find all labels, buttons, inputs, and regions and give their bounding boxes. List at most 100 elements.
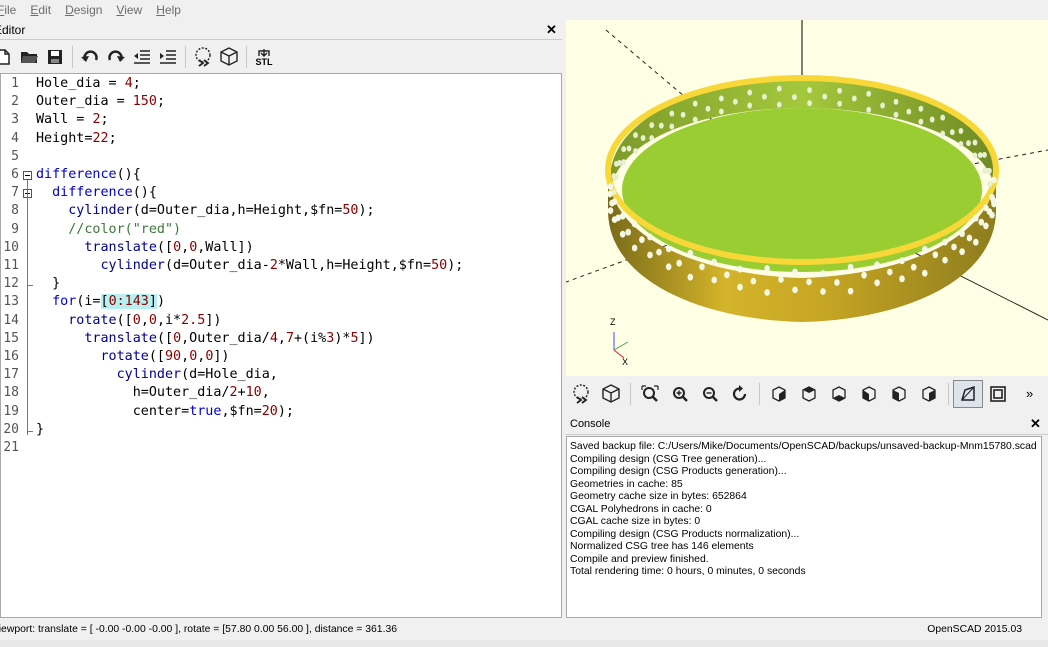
line-number: 15 [3,330,19,346]
render-icon[interactable] [596,380,626,408]
wall-hole [792,286,798,294]
code-token: h=Outer_dia/ [36,385,230,401]
wall-hole [658,122,664,129]
zoom-out-icon[interactable] [695,380,725,408]
wall-hole [989,193,995,201]
wall-hole [656,248,662,256]
console-line: Geometry cache size in bytes: 652864 [570,491,747,502]
line-number: 10 [3,239,19,255]
wall-hole [940,130,946,137]
render-icon[interactable] [216,44,242,70]
menu-file[interactable]: File [0,3,22,17]
3d-viewport[interactable]: Z X [566,20,1048,376]
view-front-icon[interactable] [884,380,914,408]
unindent-icon[interactable] [129,44,155,70]
code-token: ]) [213,349,230,364]
orthogonal-icon[interactable] [983,380,1013,408]
view-bottom-icon[interactable] [824,380,854,408]
wall-hole [918,105,924,112]
code-line: rotate([0,0,i*2.5]) [36,313,221,328]
code-token: 0 [132,312,141,328]
indent-icon[interactable] [155,44,181,70]
code-token: (d=Outer_dia,h=Height,$fn= [132,203,343,219]
zoom-in-icon[interactable] [665,380,695,408]
code-token: cylinder [116,367,182,383]
wall-hole [942,256,948,264]
wall-hole [687,249,694,257]
view-back-icon[interactable] [914,380,944,408]
code-token: 20 [261,403,278,419]
code-token: Height= [36,130,93,146]
perspective-icon[interactable] [953,380,983,408]
console-line: Compile and preview finished. [570,553,709,565]
wall-hole [887,268,893,276]
editor-close-icon[interactable]: ✕ [546,22,557,38]
open-icon[interactable] [16,44,42,70]
export-stl-icon[interactable]: STL [251,44,277,70]
menu-design[interactable]: Design [65,3,108,17]
wall-hole [982,151,987,158]
toolbar-overflow-icon[interactable]: » [1026,386,1033,401]
fold-toggle-icon[interactable] [23,171,32,180]
preview-icon[interactable] [190,44,216,70]
wall-hole [949,129,955,136]
code-line: //color("red") [36,222,181,237]
undo-icon[interactable] [77,44,103,70]
code-token: 50 [431,258,448,273]
menu-view[interactable]: View [116,3,148,17]
new-icon[interactable] [0,44,16,70]
code-token: 22 [92,130,109,146]
console-header: Console ✕ [566,414,1048,435]
code-line: Height=22; [36,131,117,146]
code-token: } [36,276,61,292]
wall-hole [762,93,767,100]
wall-hole [776,101,782,108]
wall-hole [847,263,854,271]
wall-hole [978,218,985,226]
code-token: (){ [132,185,157,201]
editor-toolbar: STL [0,42,562,72]
wall-hole [680,111,686,118]
line-number: 13 [3,294,19,310]
code-editor[interactable]: 1 2 3 4 5 6 7 8 9 10 11 12 13 14 15 16 17 18 19 20 21 Hole_d… [0,73,562,618]
reset-view-icon[interactable] [725,380,755,408]
console-output[interactable]: Saved backup file: C:/Users/Mike/Documen… [566,436,1042,618]
preview-icon[interactable] [566,380,596,408]
menu-edit[interactable]: Edit [30,3,57,17]
code-line: translate([0,Outer_dia/4,7+(i%3)*5]) [36,330,374,346]
wall-hole [983,204,989,212]
line-number: 9 [11,221,19,237]
wall-hole [958,141,964,147]
line-number: 21 [3,440,19,455]
console-close-icon[interactable]: ✕ [1030,416,1041,432]
editor-title: Editor [0,23,26,37]
view-right-icon[interactable] [764,380,794,408]
line-number: 18 [3,385,19,401]
wall-hole [958,128,964,134]
redo-icon[interactable] [103,44,129,70]
code-token: } [36,421,45,437]
line-number: 5 [11,148,19,164]
code-token: 10 [245,385,262,401]
wall-hole [922,245,928,253]
view-left-icon[interactable] [854,380,884,408]
wall-hole [621,146,627,153]
view-all-icon[interactable] [635,380,665,408]
code-token: translate [84,239,157,255]
menu-help[interactable]: Help [156,3,187,17]
code-token: 150 [132,94,157,110]
code-token: 7 [285,330,294,346]
wall-hole [699,263,705,271]
wall-hole [918,118,924,125]
wall-hole [737,265,743,273]
save-icon[interactable] [42,44,68,70]
stl-label: STL [255,56,273,67]
view-top-icon[interactable] [794,380,824,408]
wall-hole [983,222,989,230]
code-token: 5 [350,330,359,346]
wall-hole [966,140,971,147]
toolbar-separator [948,383,949,405]
